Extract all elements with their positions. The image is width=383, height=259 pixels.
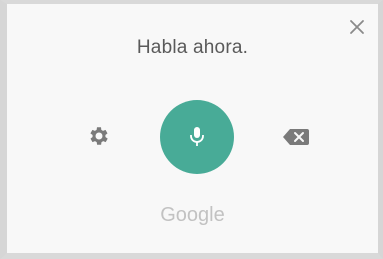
close-button[interactable] [348,18,366,36]
gear-icon [90,127,108,145]
google-brand-label: Google [160,204,225,226]
close-icon [350,20,364,34]
backspace-icon [283,129,309,145]
microphone-button[interactable] [160,100,234,174]
voice-input-dialog: Habla ahora. Google [7,4,378,253]
settings-button[interactable] [87,124,111,148]
microphone-icon [190,127,204,146]
backspace-button[interactable] [282,126,310,148]
speak-now-prompt: Habla ahora. [136,37,249,58]
voice-input-dialog-frame: Habla ahora. Google [0,0,383,259]
